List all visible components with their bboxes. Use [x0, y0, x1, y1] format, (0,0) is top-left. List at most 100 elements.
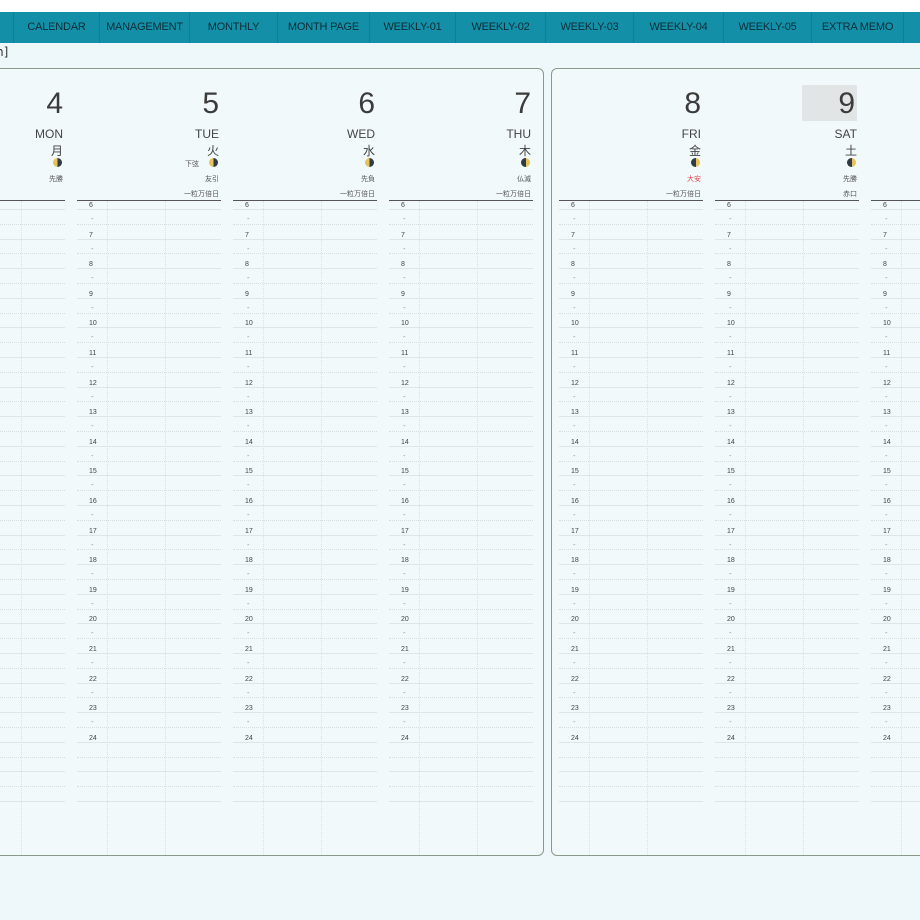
grid-line: [0, 253, 65, 255]
hour-label: 17: [245, 527, 253, 535]
grid-line: [389, 312, 533, 314]
half-hour-dash: -: [885, 481, 888, 490]
half-hour-dash: -: [729, 718, 732, 727]
hour-label: 17: [883, 527, 891, 535]
hour-label: 16: [571, 498, 579, 505]
half-hour-dash: -: [573, 215, 576, 223]
grid-line: [389, 209, 533, 210]
tab-partial[interactable]: [0, 12, 14, 43]
grid-line: [77, 401, 221, 403]
day-name: SAT: [834, 127, 857, 141]
grid-line: [871, 505, 920, 506]
grid-line: [389, 623, 533, 625]
tab-calendar[interactable]: CALENDAR: [14, 12, 100, 43]
day-column-sat[interactable]: 9 SAT 土先勝 赤口 6 - 7 - 8 - 9 - 10 - 11 - 12 - 13 - 14 - 15 - 16 - 17…: [715, 69, 859, 855]
grid-vertical-line: [321, 201, 322, 855]
tab-weekly-03[interactable]: WEEKLY-03: [546, 12, 634, 43]
day-column-wed[interactable]: 6 WED 水先負 一粒万倍日 6 - 7 - 8 - 9 - 10 - 11 - 12 - 13 - 14 - 15 - 16…: [233, 69, 377, 855]
moon-phase-icon: [53, 158, 62, 167]
grid-line: [559, 534, 703, 536]
hour-label: 10: [571, 320, 579, 328]
tab-extra-memo[interactable]: EXTRA MEMO: [812, 12, 904, 43]
grid-line: [715, 371, 859, 373]
grid-line: [715, 445, 859, 447]
moon-phase-icon: [691, 158, 700, 167]
hour-label: 19: [883, 586, 891, 594]
hour-label: 7: [245, 231, 249, 239]
day-kanji: 火: [206, 144, 219, 158]
grid-line: [715, 756, 859, 758]
tab-weekly-02[interactable]: WEEKLY-02: [456, 12, 546, 43]
half-hour-dash: -: [403, 422, 406, 431]
half-hour-dash: -: [91, 392, 94, 401]
grid-line: [559, 401, 703, 403]
hour-label: 11: [883, 350, 891, 357]
tab-month-page[interactable]: MONTH PAGE: [278, 12, 370, 43]
day-number: 9: [802, 85, 857, 121]
grid-line: [871, 727, 920, 728]
grid-line: [233, 283, 377, 284]
grid-line: [0, 519, 65, 521]
grid-line: [871, 431, 920, 432]
grid-line: [77, 283, 221, 284]
grid-line: [559, 416, 703, 418]
day-number: 4: [46, 87, 63, 120]
day-column-mon[interactable]: 4 MON 月先勝: [0, 69, 65, 855]
half-hour-dash: -: [729, 392, 732, 401]
grid-line: [233, 712, 377, 714]
half-hour-dash: -: [885, 215, 888, 223]
day-column-fri[interactable]: 8 FRI 金大安 一粒万倍日 6 - 7 - 8 - 9 - 10 - 11 - 12 - 13 - 14 - 15 - 16…: [559, 69, 703, 855]
day-kanji: 金: [688, 144, 701, 158]
grid-line: [77, 579, 221, 580]
grid-line: [233, 357, 377, 358]
half-hour-dash: -: [729, 363, 732, 371]
grid-line: [871, 741, 920, 743]
grid-vertical-line: [165, 201, 166, 855]
half-hour-dash: -: [91, 511, 94, 519]
half-hour-dash: -: [91, 629, 94, 638]
half-hour-dash: -: [729, 599, 732, 608]
hour-label: 11: [727, 350, 735, 357]
hour-label: 24: [401, 734, 409, 742]
tab-weekly-01[interactable]: WEEKLY-01: [370, 12, 456, 43]
grid-line: [0, 223, 65, 225]
grid-line: [871, 312, 920, 314]
tab-partial-right[interactable]: [904, 12, 920, 43]
grid-line: [77, 712, 221, 714]
half-hour-dash: -: [91, 570, 94, 579]
tab-weekly-04[interactable]: WEEKLY-04: [634, 12, 724, 43]
grid-line: [0, 697, 65, 699]
grid-line: [77, 549, 221, 551]
hour-label: 17: [571, 527, 579, 535]
grid-line: [233, 756, 377, 758]
hour-label: 9: [883, 290, 887, 298]
hour-label: 18: [245, 557, 253, 565]
grid-line: [0, 460, 65, 462]
half-hour-dash: -: [247, 629, 250, 638]
day-column-thu[interactable]: 7 THU 木仏滅 一粒万倍日 6 - 7 - 8 - 9 - 10 - 11 - 12 - 13 - 14 - 15 - 16…: [389, 69, 533, 855]
grid-line: [871, 712, 920, 714]
hour-label: 10: [89, 320, 97, 328]
grid-line: [715, 653, 859, 654]
half-hour-dash: -: [247, 244, 250, 253]
hour-label: 13: [245, 409, 253, 417]
half-hour-dash: -: [91, 363, 94, 371]
hour-label: 9: [401, 290, 405, 298]
half-hour-dash: -: [247, 422, 250, 431]
day-column-sun-partial[interactable]: 6 - 7 - 8 - 9 - 10 - 11 - 12 - 13 - 14 - 15 - 16 - 17 - 18 - 19 - 20…: [871, 69, 920, 855]
grid-line: [233, 534, 377, 536]
half-hour-dash: -: [573, 511, 576, 519]
grid-line: [0, 712, 65, 714]
half-hour-dash: -: [247, 481, 250, 490]
tab-management[interactable]: MANAGEMENT: [100, 12, 190, 43]
tab-weekly-05[interactable]: WEEKLY-05: [724, 12, 812, 43]
tab-monthly[interactable]: MONTHLY: [190, 12, 278, 43]
grid-line: [0, 608, 65, 610]
half-hour-dash: -: [403, 363, 406, 371]
hour-label: 10: [727, 320, 735, 328]
grid-line: [871, 786, 920, 788]
day-column-tue[interactable]: 5 TUE 火下弦 友引 一粒万倍日 6 - 7 - 8 - 9 - 10 - 11 - 12 - 13 - 14 - 15 -…: [77, 69, 221, 855]
grid-line: [389, 475, 533, 477]
grid-line: [0, 638, 65, 640]
grid-line: [871, 238, 920, 240]
